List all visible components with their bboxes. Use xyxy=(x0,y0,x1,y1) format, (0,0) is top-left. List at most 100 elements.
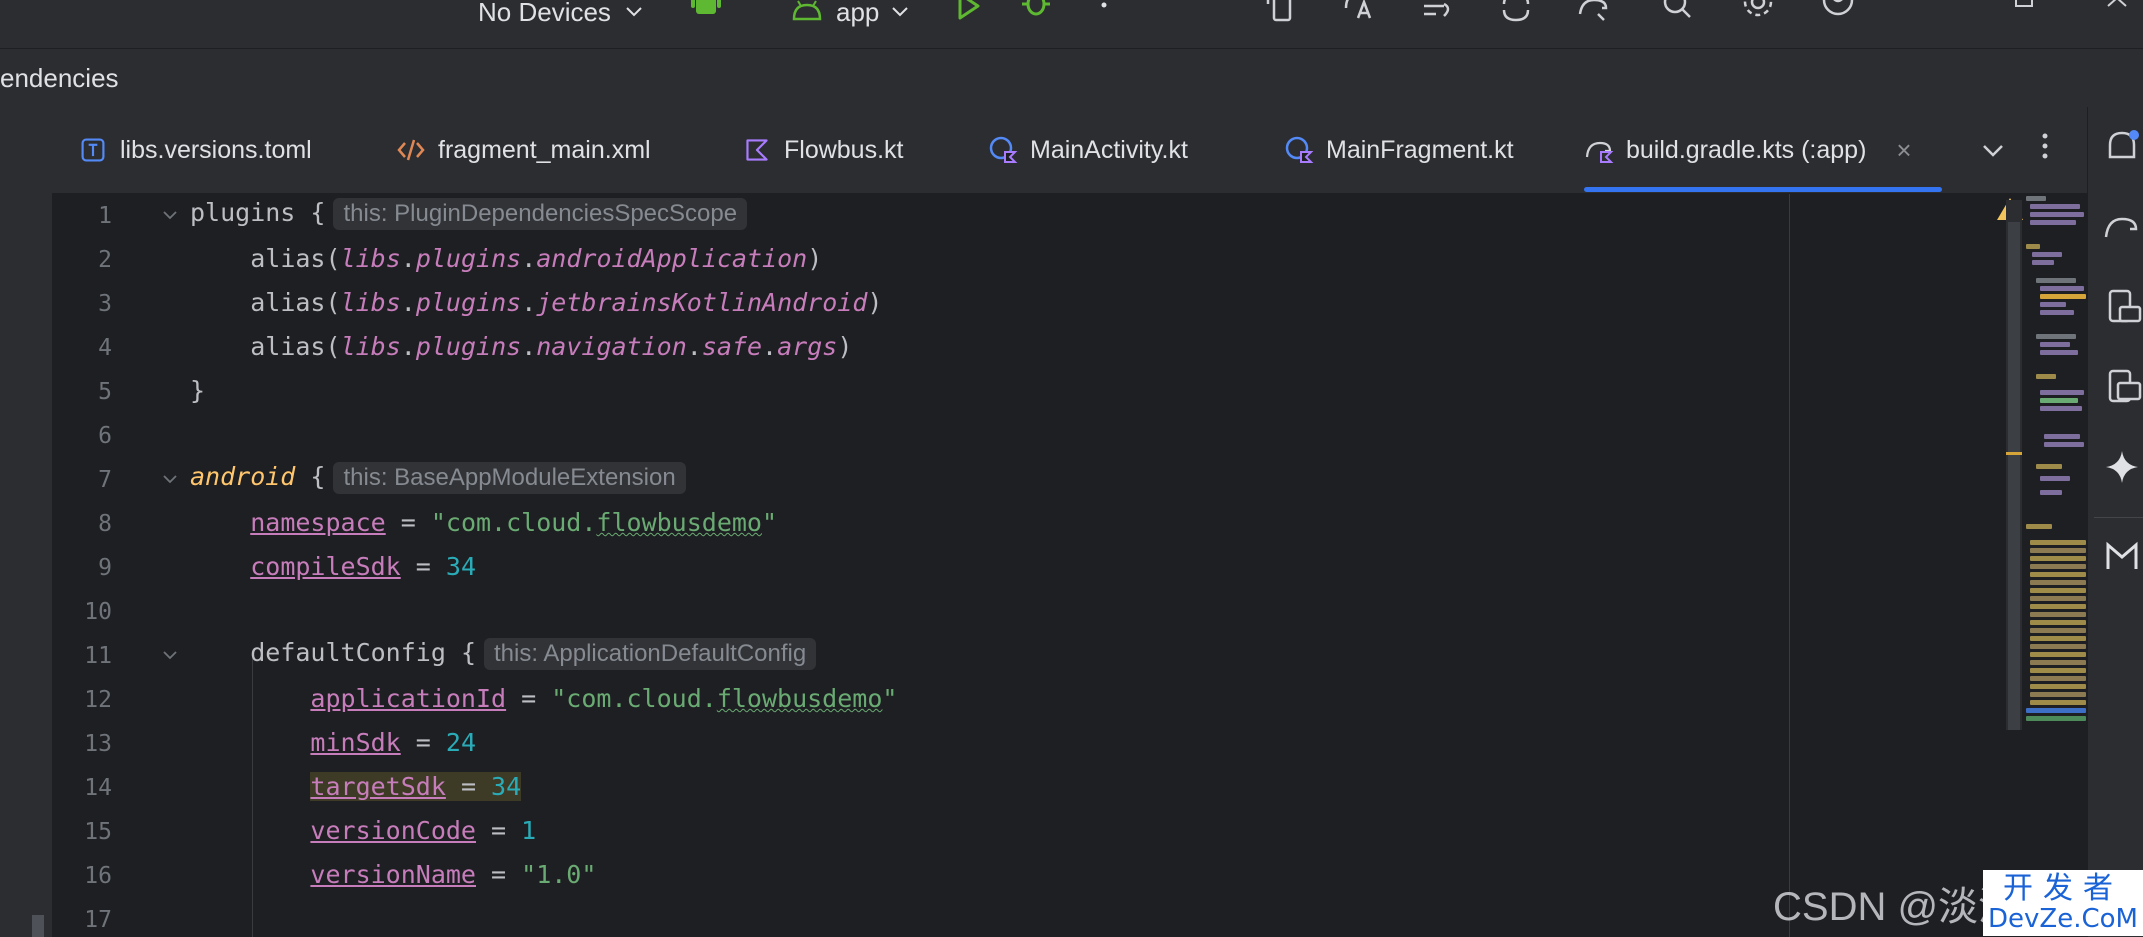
more-options-icon[interactable] xyxy=(1082,0,1126,30)
apply-changes-icon[interactable] xyxy=(1494,0,1538,30)
gradle-icon xyxy=(1584,135,1614,165)
fold-chevron-icon[interactable] xyxy=(162,474,178,486)
device-selector[interactable]: No Devices xyxy=(478,0,643,27)
inlay-hint: this: PluginDependenciesSpecScope xyxy=(333,198,748,230)
code-line-5: } xyxy=(190,376,206,405)
line-number: 9 xyxy=(98,555,112,581)
tab-libs-versions[interactable]: libs.versions.toml xyxy=(78,107,312,193)
tab-label: libs.versions.toml xyxy=(120,135,312,164)
tabs-more-icon[interactable] xyxy=(2040,133,2050,166)
android-icon[interactable] xyxy=(684,0,728,30)
tab-fragment-main-xml[interactable]: fragment_main.xml xyxy=(396,107,651,193)
tab-label: MainActivity.kt xyxy=(1030,135,1188,164)
fold-chevron-icon[interactable] xyxy=(162,650,178,662)
run-config-label: app xyxy=(836,0,880,27)
tab-label: fragment_main.xml xyxy=(438,135,651,164)
code-line-8: namespace = "com.cloud.flowbusdemo" xyxy=(250,508,778,537)
gradle-sync-icon[interactable] xyxy=(1572,0,1616,30)
close-window-icon[interactable] xyxy=(2096,0,2140,30)
tab-label: Flowbus.kt xyxy=(784,135,904,164)
line-number: 16 xyxy=(84,863,112,889)
code-line-11: defaultConfig {this: ApplicationDefaultC… xyxy=(190,638,817,670)
search-icon[interactable] xyxy=(1656,0,1700,30)
line-number: 17 xyxy=(84,907,112,933)
line-number: 8 xyxy=(98,511,112,537)
kotlin-class-icon xyxy=(1284,135,1314,165)
line-number: 3 xyxy=(98,291,112,317)
run-config-selector[interactable]: app xyxy=(790,0,909,27)
right-margin-guide xyxy=(1789,194,1790,937)
strip-divider xyxy=(2094,517,2143,518)
layout-inspector-icon[interactable] xyxy=(1416,0,1460,30)
code-line-7: android {this: BaseAppModuleExtension xyxy=(190,462,686,494)
code-line-3: alias(libs.plugins.jetbrainsKotlinAndroi… xyxy=(250,288,883,317)
code-line-2: alias(libs.plugins.androidApplication) xyxy=(250,244,823,273)
kotlin-icon xyxy=(742,135,772,165)
vertical-scrollbar[interactable] xyxy=(2008,222,2020,730)
code-line-12: applicationId = "com.cloud.flowbusdemo" xyxy=(310,684,898,713)
run-icon[interactable] xyxy=(946,0,990,30)
line-number: 2 xyxy=(98,247,112,273)
line-number: 1 xyxy=(98,203,112,229)
line-number: 7 xyxy=(98,467,112,493)
line-number: 12 xyxy=(84,687,112,713)
close-tab-icon[interactable]: × xyxy=(1896,135,1911,166)
gemini-icon[interactable] xyxy=(2102,447,2142,487)
tab-build-gradle-app[interactable]: build.gradle.kts (:app) × xyxy=(1584,107,1942,193)
line-number: 14 xyxy=(84,775,112,801)
device-selector-label: No Devices xyxy=(478,0,611,27)
minimize-icon[interactable] xyxy=(1908,0,1952,30)
right-tool-strip xyxy=(2087,107,2143,937)
main-toolbar: No Devices app xyxy=(0,0,2143,48)
breadcrumb-bar: endencies xyxy=(0,48,2143,107)
tab-main-fragment[interactable]: MainFragment.kt xyxy=(1284,107,1514,193)
chevron-down-icon xyxy=(892,7,909,17)
left-tool-strip xyxy=(0,107,53,937)
tab-label: MainFragment.kt xyxy=(1326,135,1514,164)
xml-icon xyxy=(396,135,426,165)
breadcrumb[interactable]: endencies xyxy=(0,63,119,94)
line-number: 13 xyxy=(84,731,112,757)
chevron-down-icon xyxy=(626,7,642,17)
horizontal-scrollbar[interactable] xyxy=(32,915,44,937)
settings-icon[interactable] xyxy=(1736,0,1780,30)
android-module-icon xyxy=(792,0,822,21)
code-minimap[interactable] xyxy=(2026,194,2087,734)
fold-chevron-icon[interactable] xyxy=(162,210,178,222)
code-line-13: minSdk = 24 xyxy=(310,728,476,757)
toml-icon xyxy=(78,135,108,165)
line-number: 6 xyxy=(98,423,112,449)
device-manager-icon[interactable] xyxy=(1260,0,1304,30)
maximize-icon[interactable] xyxy=(2002,0,2046,30)
inlay-hint: this: ApplicationDefaultConfig xyxy=(484,638,817,670)
tab-label: build.gradle.kts (:app) xyxy=(1626,135,1867,164)
code-line-1: plugins {this: PluginDependenciesSpecSco… xyxy=(190,198,748,230)
device-explorer-icon[interactable] xyxy=(2102,367,2142,407)
gmail-icon[interactable] xyxy=(2102,537,2142,577)
line-number: 11 xyxy=(84,643,112,669)
line-number: 10 xyxy=(84,599,112,625)
tab-flowbus[interactable]: Flowbus.kt xyxy=(742,107,903,193)
warning-marker[interactable] xyxy=(2006,452,2022,455)
tab-main-activity[interactable]: MainActivity.kt xyxy=(988,107,1188,193)
running-devices-icon[interactable] xyxy=(2102,287,2142,327)
notifications-icon[interactable] xyxy=(2102,127,2142,167)
code-line-14: targetSdk = 34 xyxy=(310,772,522,801)
account-icon[interactable] xyxy=(1816,0,1860,30)
watermark-logo-top: 开发者 xyxy=(2003,871,2123,906)
tabs-dropdown-icon[interactable] xyxy=(1982,135,2004,166)
line-number: 4 xyxy=(98,335,112,361)
line-number: 15 xyxy=(84,819,112,845)
watermark-logo-bottom: DevZe.CoM xyxy=(1988,904,2138,934)
debug-icon[interactable] xyxy=(1014,0,1058,30)
inlay-hint: this: BaseAppModuleExtension xyxy=(333,462,686,494)
code-line-9: compileSdk = 34 xyxy=(250,552,476,581)
active-tab-indicator xyxy=(1584,187,1942,192)
gradle-panel-icon[interactable] xyxy=(2102,207,2142,247)
translate-icon[interactable] xyxy=(1338,0,1382,30)
watermark-text: CSDN @淡淡 xyxy=(1773,885,2019,929)
kotlin-class-icon xyxy=(988,135,1018,165)
line-number: 5 xyxy=(98,379,112,405)
code-line-16: versionName = "1.0" xyxy=(310,860,597,889)
watermark-logo: 开发者 DevZe.CoM xyxy=(1983,870,2143,936)
